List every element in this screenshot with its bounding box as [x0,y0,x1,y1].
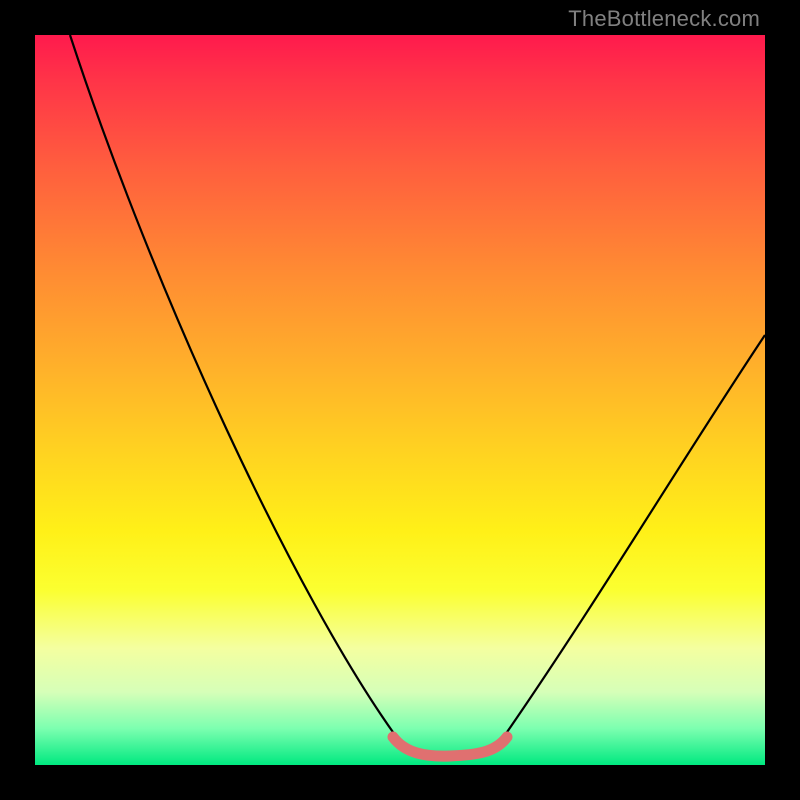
watermark-text: TheBottleneck.com [568,6,760,32]
bottleneck-curve-svg [35,35,765,765]
plot-border-left [0,0,35,800]
optimum-region-marker [393,737,507,756]
bottleneck-curve-path [70,35,765,756]
plot-border-bottom [0,765,800,800]
bottleneck-chart [35,35,765,765]
plot-border-right [765,0,800,800]
